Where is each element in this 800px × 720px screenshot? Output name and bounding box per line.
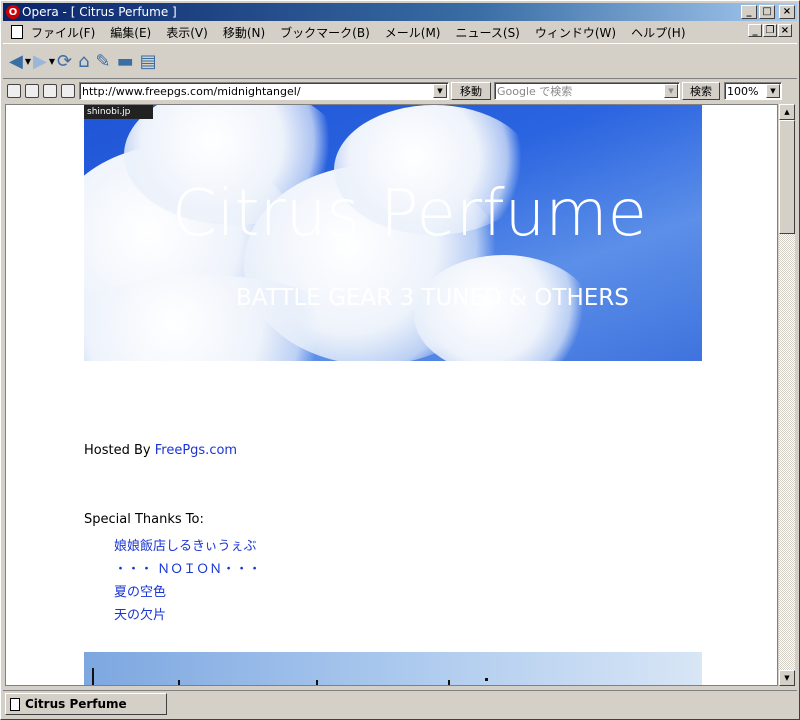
scroll-up-icon[interactable]: ▲ [779,104,795,120]
search-placeholder: Google で検索 [497,85,573,98]
camera-icon[interactable] [25,84,39,98]
thanks-heading: Special Thanks To: [84,512,204,527]
home-icon[interactable]: ⌂ [78,48,89,74]
tab-label: Citrus Perfume [25,697,127,711]
chevron-down-icon[interactable]: ▼ [433,84,447,98]
menu-window[interactable]: ウィンドウ(W) [535,24,616,41]
menu-view[interactable]: 表示(V) [166,24,208,41]
menu-file[interactable]: ファイル(F) [31,24,95,41]
scroll-thumb[interactable] [779,120,795,234]
page-icon [11,25,23,39]
document-icon[interactable]: ▤ [140,48,157,74]
window-title: Opera - [ Citrus Perfume ] [22,5,177,19]
navigation-toolbar: ◀ ▼ ▶ ▼ ⟳ ⌂ ✎ ▬ ▤ [3,43,797,79]
banner-title: Citrus Perfume [172,177,647,251]
thanks-link-noion[interactable]: ・・・ ＮＯＩＯＮ・・・ [114,562,261,577]
address-url: http://www.freepgs.com/midnightangel/ [82,84,301,98]
menu-help[interactable]: ヘルプ(H) [631,24,685,41]
page-info-icon[interactable] [43,84,57,98]
thanks-link-ten[interactable]: 天の欠片 [114,608,166,623]
banner-subtitle: BATTLE GEAR 3 TUNED & OTHERS [236,285,629,311]
title-bar: O Opera - [ Citrus Perfume ] _ □ × [3,3,797,21]
menu-navigate[interactable]: 移動(N) [223,24,265,41]
page-viewport: Citrus Perfume BATTLE GEAR 3 TUNED & OTH… [5,104,778,686]
document-window-controls: _ ❐ × [748,24,793,37]
opera-icon: O [6,5,20,19]
back-history-dropdown-icon[interactable]: ▼ [25,48,31,74]
menu-mail[interactable]: メール(M) [385,24,441,41]
hosted-by: Hosted By FreePgs.com [84,443,237,458]
forward-icon[interactable]: ▶ [33,48,47,74]
zoom-value: 100% [727,84,759,98]
address-field[interactable]: http://www.freepgs.com/midnightangel/ ▼ [79,82,449,100]
search-button[interactable]: 検索 [682,82,720,100]
menu-news[interactable]: ニュース(S) [455,24,519,41]
zoom-dropdown-icon[interactable]: ▼ [766,84,780,98]
zoom-select[interactable]: 100% ▼ [724,82,782,100]
user-icon[interactable] [61,84,75,98]
reload-icon[interactable]: ⟳ [57,48,72,74]
maximize-button[interactable]: □ [759,5,775,19]
minimize-button[interactable]: _ [741,5,757,19]
thanks-list: 娘娘飯店しるきぃうぇぶ ・・・ ＮＯＩＯＮ・・・ 夏の空色 天の欠片 [114,535,261,627]
print-icon[interactable]: ▬ [117,48,134,74]
tab-bar: Citrus Perfume [3,690,797,717]
shinobi-label: shinobi.jp [87,107,131,117]
hosted-prefix: Hosted By [84,443,155,458]
page-tab-icon [10,697,20,711]
doc-restore-button[interactable]: ❐ [763,24,777,37]
menu-edit[interactable]: 編集(E) [110,24,151,41]
close-button[interactable]: × [779,5,795,19]
scroll-down-icon[interactable]: ▼ [779,670,795,686]
thanks-link-nyannyan[interactable]: 娘娘飯店しるきぃうぇぶ [114,539,256,554]
footer-image [84,652,702,685]
shinobi-badge[interactable]: shinobi.jp [84,105,153,119]
lock-icon[interactable] [7,84,21,98]
vertical-scrollbar[interactable]: ▲ ▼ [778,104,795,686]
menu-bar: ファイル(F) 編集(E) 表示(V) 移動(N) ブックマーク(B) メール(… [3,22,797,42]
hotlist-icon[interactable]: ✎ [96,48,111,74]
thanks-link-natsu[interactable]: 夏の空色 [114,585,166,600]
forward-history-dropdown-icon[interactable]: ▼ [49,48,55,74]
doc-close-button[interactable]: × [778,24,792,37]
freepgs-link[interactable]: FreePgs.com [155,443,237,458]
go-button[interactable]: 移動 [451,82,491,100]
search-input[interactable]: Google で検索 ▼ [494,82,680,100]
tab-citrus-perfume[interactable]: Citrus Perfume [5,693,167,715]
doc-minimize-button[interactable]: _ [748,24,762,37]
search-engine-dropdown-icon[interactable]: ▼ [664,84,678,98]
address-toolbar: http://www.freepgs.com/midnightangel/ ▼ … [3,80,797,102]
header-banner: Citrus Perfume BATTLE GEAR 3 TUNED & OTH… [84,105,702,361]
back-icon[interactable]: ◀ [9,48,23,74]
menu-bookmarks[interactable]: ブックマーク(B) [280,24,370,41]
browser-window: O Opera - [ Citrus Perfume ] _ □ × ファイル(… [0,0,800,720]
